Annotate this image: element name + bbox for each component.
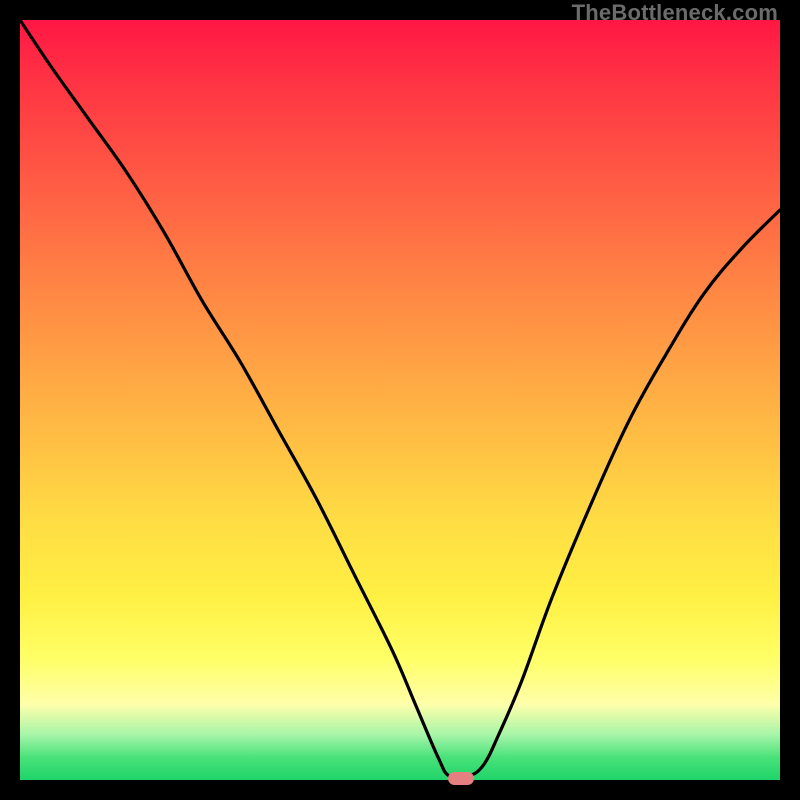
chart-frame: TheBottleneck.com: [0, 0, 800, 800]
plot-area: [20, 20, 780, 780]
bottleneck-curve: [20, 20, 780, 780]
minimum-marker: [448, 772, 474, 785]
